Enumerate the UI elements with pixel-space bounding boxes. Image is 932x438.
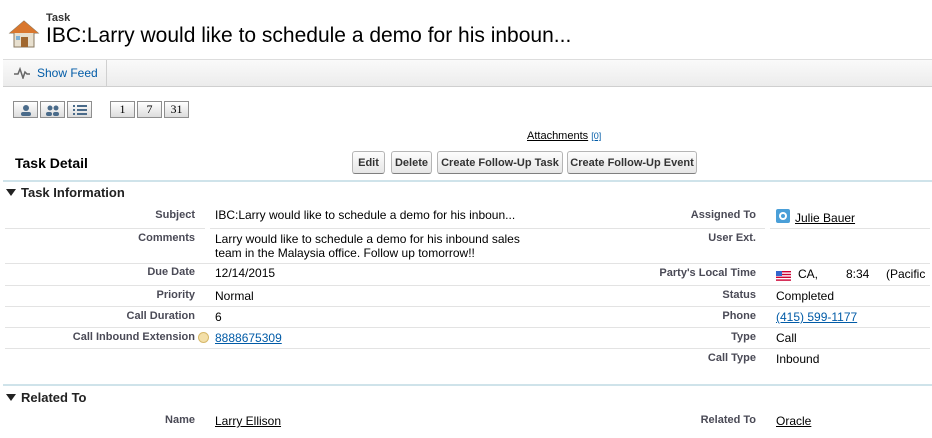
type-label: Type [731, 331, 756, 343]
create-follow-up-event-button[interactable]: Create Follow-Up Event [567, 151, 697, 174]
object-type-label: Task [46, 12, 71, 24]
comments-line-1: Larry would like to schedule a demo for … [215, 232, 520, 246]
list-view-button[interactable] [67, 101, 92, 118]
call-inbound-extension-label: Call Inbound Extension [72, 331, 195, 343]
month-view-button[interactable]: 31 [164, 101, 189, 118]
user-avatar-icon [776, 209, 790, 223]
related-to-section-toggle[interactable]: Related To [6, 390, 87, 405]
page-header: Task IBC:Larry would like to schedule a … [0, 0, 932, 58]
partys-local-time-state: CA, [798, 267, 819, 281]
page-title: IBC:Larry would like to schedule a demo … [46, 24, 572, 47]
assigned-to-link[interactable]: Julie Bauer [795, 211, 855, 225]
attachments-link[interactable]: Attachments [527, 130, 588, 142]
phone-link[interactable]: (415) 599-1177 [776, 310, 857, 324]
row-divider [5, 348, 930, 349]
comments-label: Comments [138, 232, 195, 244]
help-bubble-icon[interactable] [198, 332, 209, 343]
week-view-button[interactable]: 7 [137, 101, 162, 118]
partys-local-time-label: Party's Local Time [659, 267, 756, 279]
users-icon [45, 105, 59, 116]
task-house-icon [8, 20, 40, 48]
name-value: Larry Ellison [215, 414, 281, 428]
show-feed-button[interactable]: Show Feed [3, 60, 107, 86]
multi-user-view-button[interactable] [40, 101, 65, 118]
row-divider [770, 228, 930, 229]
subject-label: Subject [155, 209, 195, 221]
user-ext-label: User Ext. [708, 232, 756, 244]
feed-bar: Show Feed [3, 59, 932, 87]
name-link[interactable]: Larry Ellison [215, 414, 281, 428]
phone-label: Phone [722, 310, 756, 322]
call-inbound-extension-value: 8888675309 [215, 331, 282, 345]
related-to-value: Oracle [776, 414, 811, 428]
partys-local-time-time: 8:34 [846, 267, 870, 281]
edit-button[interactable]: Edit [352, 151, 385, 174]
related-to-title: Related To [21, 390, 87, 405]
call-duration-label: Call Duration [126, 310, 195, 322]
call-type-value: Inbound [776, 352, 820, 366]
activity-pulse-icon [14, 67, 30, 79]
call-type-label: Call Type [707, 352, 756, 364]
status-label: Status [722, 289, 756, 301]
day-view-button[interactable]: 1 [110, 101, 135, 118]
phone-value: (415) 599-1177 [776, 310, 857, 324]
task-information-section-toggle[interactable]: Task Information [6, 185, 125, 200]
collapse-triangle-icon [6, 189, 16, 196]
us-flag-icon [776, 271, 791, 281]
attachments-link-group: Attachments [0] [527, 130, 601, 142]
section-divider [3, 384, 932, 386]
task-detail-heading: Task Detail [15, 155, 88, 171]
partys-local-time-zone: (Pacific [886, 267, 926, 281]
assigned-to-label: Assigned To [690, 209, 756, 221]
delete-button[interactable]: Delete [391, 151, 432, 174]
type-value: Call [776, 331, 797, 345]
show-feed-label: Show Feed [37, 66, 98, 80]
collapse-triangle-icon [6, 394, 16, 401]
row-divider [5, 263, 930, 264]
priority-value: Normal [215, 289, 254, 303]
task-information-title: Task Information [21, 185, 125, 200]
related-to-label: Related To [700, 414, 756, 426]
call-duration-value: 6 [215, 310, 222, 324]
user-icon [20, 104, 31, 116]
row-divider [5, 306, 930, 307]
subject-value: IBC:Larry would like to schedule a demo … [215, 208, 516, 222]
priority-label: Priority [156, 289, 195, 301]
name-label: Name [165, 414, 195, 426]
status-value: Completed [776, 289, 835, 303]
row-divider [5, 228, 205, 229]
row-divider [5, 285, 930, 286]
list-icon [72, 104, 87, 115]
row-divider [210, 228, 765, 229]
section-divider [3, 180, 932, 182]
assigned-to-value: Julie Bauer [795, 211, 855, 225]
row-divider [5, 327, 930, 328]
due-date-value: 12/14/2015 [215, 266, 276, 280]
related-to-link[interactable]: Oracle [776, 414, 811, 428]
single-user-view-button[interactable] [13, 101, 38, 118]
due-date-label: Due Date [147, 266, 195, 278]
create-follow-up-task-button[interactable]: Create Follow-Up Task [437, 151, 563, 174]
attachments-count[interactable]: [0] [591, 131, 601, 141]
comments-line-2: team in the Malaysia office. Follow up t… [215, 246, 475, 260]
call-inbound-extension-link[interactable]: 8888675309 [215, 331, 282, 345]
